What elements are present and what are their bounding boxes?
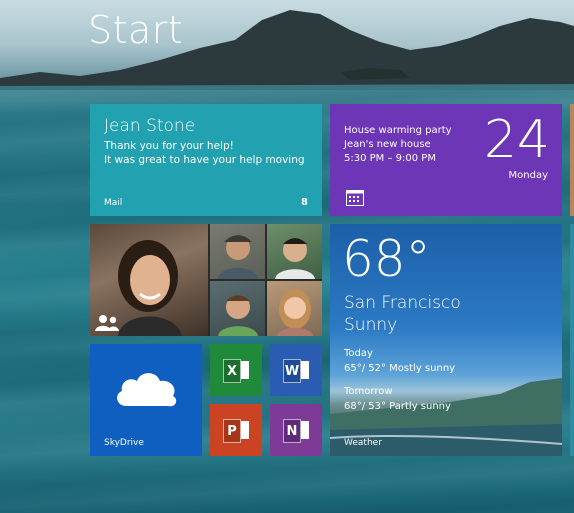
people-tile[interactable] bbox=[90, 224, 322, 336]
excel-icon: X bbox=[223, 359, 249, 383]
calendar-event-time: 5:30 PM – 9:00 PM bbox=[344, 153, 436, 164]
people-icon bbox=[95, 315, 119, 331]
calendar-event-location: Jean's new house bbox=[344, 139, 431, 150]
mail-sender: Jean Stone bbox=[104, 116, 196, 136]
excel-letter: X bbox=[223, 359, 241, 383]
powerpoint-icon: P bbox=[223, 419, 249, 443]
calendar-event-title: House warming party bbox=[344, 125, 452, 136]
skydrive-app-label: SkyDrive bbox=[104, 438, 144, 448]
mail-app-label: Mail bbox=[104, 198, 123, 208]
mail-tile[interactable]: Jean Stone Thank you for your help! It w… bbox=[90, 104, 322, 216]
mail-unread-badge: 8 bbox=[301, 197, 308, 208]
word-tile[interactable]: W bbox=[270, 344, 322, 396]
page-title: Start bbox=[88, 8, 184, 52]
calendar-tile[interactable]: House warming party Jean's new house 5:3… bbox=[330, 104, 562, 216]
forecast-tomorrow-label: Tomorrow bbox=[344, 386, 393, 397]
mail-preview-line: It was great to have your help moving bbox=[104, 154, 305, 166]
onenote-letter: N bbox=[283, 419, 301, 443]
cloud-icon bbox=[117, 373, 177, 407]
offscreen-photo-tile[interactable] bbox=[570, 104, 574, 216]
forecast-today-value: 65°/ 52° Mostly sunny bbox=[344, 363, 456, 374]
calendar-weekday: Monday bbox=[508, 170, 548, 181]
mail-preview-line: Thank you for your help! bbox=[104, 140, 234, 152]
forecast-tomorrow-value: 68°/ 53° Partly sunny bbox=[344, 401, 451, 412]
contact-photo bbox=[267, 224, 322, 279]
excel-tile[interactable]: X bbox=[210, 344, 262, 396]
weather-app-label: Weather bbox=[344, 438, 382, 448]
weather-city: San Francisco bbox=[344, 293, 461, 313]
forecast-today-label: Today bbox=[344, 348, 373, 359]
weather-tile[interactable]: 68° San Francisco Sunny Today 65°/ 52° M… bbox=[330, 224, 562, 456]
powerpoint-letter: P bbox=[223, 419, 241, 443]
contact-photo bbox=[210, 224, 265, 279]
skydrive-tile[interactable]: SkyDrive bbox=[90, 344, 202, 456]
word-letter: W bbox=[283, 359, 301, 383]
calendar-day-number: 24 bbox=[483, 110, 550, 170]
weather-condition: Sunny bbox=[344, 315, 398, 335]
calendar-icon bbox=[346, 190, 364, 206]
weather-temperature: 68° bbox=[342, 230, 431, 288]
onenote-tile[interactable]: N bbox=[270, 404, 322, 456]
contact-photo bbox=[267, 281, 322, 336]
powerpoint-tile[interactable]: P bbox=[210, 404, 262, 456]
background-mountains bbox=[0, 10, 574, 100]
onenote-icon: N bbox=[283, 419, 309, 443]
contact-photo bbox=[210, 281, 265, 336]
offscreen-tile[interactable] bbox=[570, 224, 574, 456]
word-icon: W bbox=[283, 359, 309, 383]
